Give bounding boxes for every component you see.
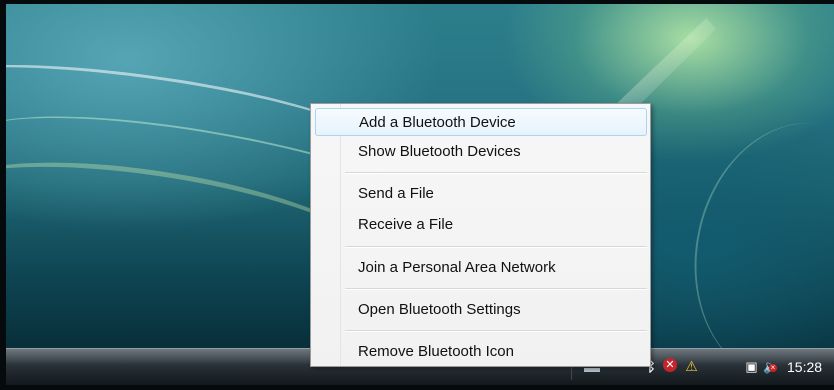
menu-item-receive-file[interactable]: Receive a File bbox=[315, 211, 647, 239]
menu-item-label: Join a Personal Area Network bbox=[358, 259, 556, 276]
menu-item-remove-bluetooth-icon[interactable]: Remove Bluetooth Icon bbox=[315, 338, 647, 366]
taskbar-tile-icon[interactable] bbox=[584, 368, 600, 372]
menu-item-label: Remove Bluetooth Icon bbox=[358, 343, 514, 360]
wallpaper-swoosh bbox=[671, 103, 834, 348]
taskbar-clock[interactable]: 15:28 bbox=[787, 355, 834, 379]
wallpaper-light-streak bbox=[617, 18, 716, 110]
menu-item-join-personal-area-network[interactable]: Join a Personal Area Network bbox=[315, 254, 647, 282]
menu-separator bbox=[345, 330, 647, 332]
network-glyph: ▣ bbox=[745, 359, 758, 374]
menu-item-send-file[interactable]: Send a File bbox=[315, 180, 647, 208]
bluetooth-context-menu: Add a Bluetooth Device Show Bluetooth De… bbox=[310, 103, 651, 367]
menu-item-label: Send a File bbox=[358, 185, 434, 202]
menu-separator bbox=[345, 172, 647, 174]
network-disconnected-icon[interactable]: ▣ bbox=[743, 358, 760, 375]
warning-icon[interactable]: ⚠ bbox=[683, 358, 700, 375]
security-alert-icon[interactable]: ✕ bbox=[663, 358, 677, 372]
menu-item-label: Add a Bluetooth Device bbox=[359, 114, 516, 131]
menu-item-show-bluetooth-devices[interactable]: Show Bluetooth Devices bbox=[315, 138, 647, 166]
menu-item-label: Show Bluetooth Devices bbox=[358, 143, 521, 160]
menu-item-label: Receive a File bbox=[358, 216, 454, 233]
security-alert-glyph: ✕ bbox=[665, 359, 675, 371]
menu-item-label: Open Bluetooth Settings bbox=[358, 301, 521, 318]
menu-separator bbox=[345, 246, 647, 248]
menu-item-add-bluetooth-device[interactable]: Add a Bluetooth Device bbox=[315, 108, 647, 136]
mute-x-icon: × bbox=[769, 363, 777, 372]
menu-item-open-bluetooth-settings[interactable]: Open Bluetooth Settings bbox=[315, 296, 647, 324]
warning-glyph: ⚠ bbox=[685, 358, 698, 374]
volume-muted-icon[interactable]: 🔈 × bbox=[763, 358, 780, 375]
menu-separator bbox=[345, 288, 647, 290]
